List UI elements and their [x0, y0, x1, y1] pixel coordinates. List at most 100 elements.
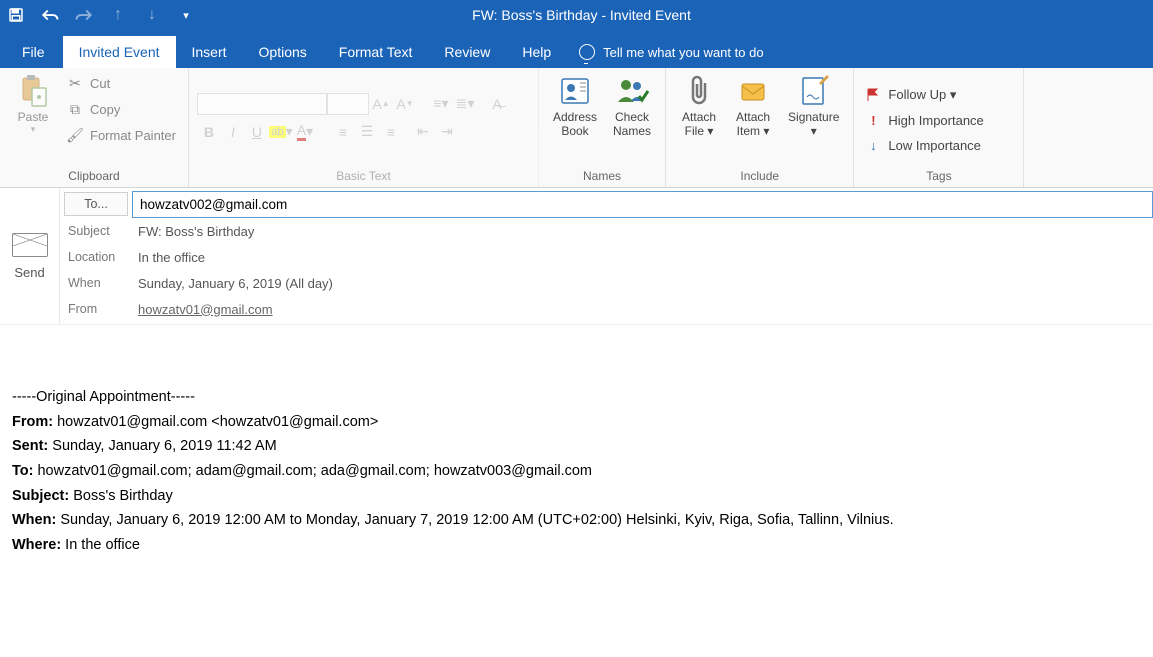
attach-item-button[interactable]: Attach Item ▾: [728, 72, 778, 141]
ribbon-tabs: File Invited Event Insert Options Format…: [0, 30, 1153, 68]
highlight-button[interactable]: ab▾: [269, 121, 293, 143]
basic-text-group-label: Basic Text: [197, 167, 530, 185]
clipboard-group-label: Clipboard: [8, 167, 180, 185]
tab-options[interactable]: Options: [243, 36, 323, 68]
to-field[interactable]: [132, 191, 1153, 218]
send-button[interactable]: Send: [0, 188, 60, 324]
font-family-select[interactable]: [197, 93, 327, 115]
cut-button[interactable]: ✂ Cut: [62, 72, 180, 94]
signature-button[interactable]: Signature ▾: [782, 72, 845, 141]
group-basic-text: A▲ A▼ ≡▾ ≣▾ A̶ B I U ab▾ A▾ ≡ ☰ ≡ ⇤ ⇥: [189, 68, 539, 187]
qat-customize-icon[interactable]: ▾: [176, 5, 196, 25]
check-names-icon: [615, 74, 649, 108]
body-from-value: howzatv01@gmail.com <howzatv01@gmail.com…: [53, 414, 378, 430]
check-names-button[interactable]: Check Names: [607, 72, 657, 141]
group-names: Address Book Check Names Names: [539, 68, 666, 187]
address-book-icon: [558, 74, 592, 108]
body-where-value: In the office: [61, 537, 140, 553]
tell-me-search[interactable]: Tell me what you want to do: [567, 36, 775, 68]
attach-file-button[interactable]: Attach File ▾: [674, 72, 724, 141]
envelope-icon: [12, 233, 48, 257]
check-names-label: Check Names: [613, 110, 651, 139]
low-importance-label: Low Importance: [888, 138, 981, 153]
quick-access-toolbar: ↑ ↓ ▾: [6, 5, 196, 25]
from-value: howzatv01@gmail.com: [132, 300, 1153, 319]
address-book-button[interactable]: Address Book: [547, 72, 603, 141]
tab-review[interactable]: Review: [428, 36, 506, 68]
underline-button[interactable]: U: [245, 121, 269, 143]
flag-icon: [866, 88, 880, 102]
body-to-label: To:: [12, 463, 33, 479]
attach-file-label: Attach File ▾: [682, 110, 716, 139]
font-size-select[interactable]: [327, 93, 369, 115]
high-importance-button[interactable]: ! High Importance: [862, 111, 987, 130]
compose-header: Send To... Subject FW: Boss's Birthday L…: [0, 188, 1153, 325]
format-painter-label: Format Painter: [90, 128, 176, 143]
grow-font-icon[interactable]: A▲: [369, 93, 393, 115]
body-where-label: Where:: [12, 537, 61, 553]
names-group-label: Names: [547, 167, 657, 185]
body-when-value: Sunday, January 6, 2019 12:00 AM to Mond…: [56, 512, 893, 528]
follow-up-button[interactable]: Follow Up ▾: [862, 85, 960, 105]
paste-button[interactable]: Paste ▾: [8, 72, 58, 137]
location-label: Location: [60, 250, 132, 264]
format-painter-button[interactable]: 🖌 Format Painter: [62, 124, 180, 146]
indent-icon[interactable]: ⇥: [435, 121, 459, 143]
copy-icon: ⧉: [66, 100, 84, 118]
location-value: In the office: [132, 248, 1153, 267]
address-book-label: Address Book: [553, 110, 597, 139]
tags-group-label: Tags: [862, 167, 1015, 185]
body-to-value: howzatv01@gmail.com; adam@gmail.com; ada…: [33, 463, 592, 479]
align-left-icon[interactable]: ≡: [331, 121, 355, 143]
header-fields: To... Subject FW: Boss's Birthday Locati…: [60, 188, 1153, 324]
original-appointment-divider: -----Original Appointment-----: [12, 385, 1141, 410]
body-from-label: From:: [12, 414, 53, 430]
undo-icon[interactable]: [40, 5, 60, 25]
follow-up-label: Follow Up ▾: [888, 87, 956, 103]
low-importance-icon: ↓: [866, 138, 880, 153]
tab-help[interactable]: Help: [506, 36, 567, 68]
group-clipboard: Paste ▾ ✂ Cut ⧉ Copy 🖌 Format Painter Cl…: [0, 68, 189, 187]
bold-button[interactable]: B: [197, 121, 221, 143]
shrink-font-icon[interactable]: A▼: [393, 93, 417, 115]
align-center-icon[interactable]: ☰: [355, 121, 379, 143]
attach-item-icon: [736, 74, 770, 108]
ribbon: Paste ▾ ✂ Cut ⧉ Copy 🖌 Format Painter Cl…: [0, 68, 1153, 188]
redo-icon[interactable]: [74, 5, 94, 25]
high-importance-label: High Importance: [888, 113, 983, 128]
align-right-icon[interactable]: ≡: [379, 121, 403, 143]
italic-button[interactable]: I: [221, 121, 245, 143]
font-color-button[interactable]: A▾: [293, 121, 317, 143]
subject-value: FW: Boss's Birthday: [132, 222, 1153, 241]
tab-insert[interactable]: Insert: [176, 36, 243, 68]
tell-me-placeholder: Tell me what you want to do: [603, 45, 763, 60]
paintbrush-icon: 🖌: [66, 126, 84, 144]
paperclip-icon: [682, 74, 716, 108]
group-tags: Follow Up ▾ ! High Importance ↓ Low Impo…: [854, 68, 1024, 187]
clear-formatting-icon[interactable]: A̶: [485, 93, 509, 115]
up-arrow-icon[interactable]: ↑: [108, 5, 128, 25]
body-sent-label: Sent:: [12, 438, 48, 454]
copy-label: Copy: [90, 102, 120, 117]
low-importance-button[interactable]: ↓ Low Importance: [862, 136, 985, 155]
when-value: Sunday, January 6, 2019 (All day): [132, 274, 1153, 293]
body-subject-value: Boss's Birthday: [69, 488, 173, 504]
from-link[interactable]: howzatv01@gmail.com: [138, 302, 273, 317]
tab-format-text[interactable]: Format Text: [323, 36, 429, 68]
outdent-icon[interactable]: ⇤: [411, 121, 435, 143]
body-subject-label: Subject:: [12, 488, 69, 504]
signature-label: Signature ▾: [788, 110, 839, 139]
paste-label: Paste: [18, 110, 49, 124]
mail-body[interactable]: -----Original Appointment----- From: how…: [0, 325, 1153, 577]
tab-file[interactable]: File: [10, 36, 63, 68]
numbering-icon[interactable]: ≣▾: [453, 93, 477, 115]
save-icon[interactable]: [6, 5, 26, 25]
from-label: From: [60, 302, 132, 316]
attach-item-label: Attach Item ▾: [736, 110, 770, 139]
down-arrow-icon[interactable]: ↓: [142, 5, 162, 25]
to-button[interactable]: To...: [64, 192, 128, 216]
bullets-icon[interactable]: ≡▾: [429, 93, 453, 115]
body-when-label: When:: [12, 512, 56, 528]
tab-invited-event[interactable]: Invited Event: [63, 36, 176, 68]
copy-button[interactable]: ⧉ Copy: [62, 98, 180, 120]
